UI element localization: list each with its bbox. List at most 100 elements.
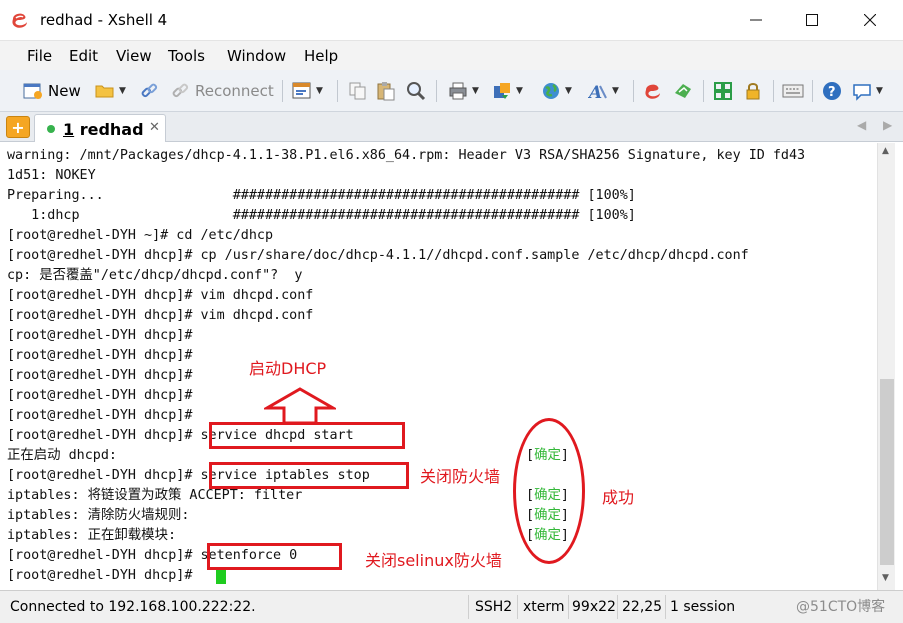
status-separator	[568, 595, 569, 619]
plus-icon: +	[11, 117, 25, 137]
terminal-line: iptables: 将链设置为政策 ACCEPT: filter	[7, 488, 303, 503]
new-tab-button[interactable]: +	[6, 116, 30, 138]
connection-status: Connected to 192.168.100.222:22.	[10, 599, 256, 615]
chevron-down-icon: ▼	[119, 86, 126, 96]
new-session-button[interactable]: New	[22, 79, 81, 103]
session-manager-button[interactable]: ▼	[291, 79, 323, 103]
annotation-stop-firewall: 关闭防火墙	[420, 467, 501, 486]
menu-window[interactable]: Window	[227, 47, 286, 65]
tab-name: redhad	[79, 120, 144, 139]
toolbar-separator	[436, 80, 437, 102]
terminal-type-status: xterm	[523, 599, 565, 615]
terminal-line: iptables: 正在卸载模块:	[7, 528, 177, 543]
paste-button[interactable]	[375, 79, 397, 103]
annotation-success: 成功	[602, 488, 635, 507]
chevron-down-icon: ▼	[516, 86, 523, 96]
toolbar: New ▼ Reconnect ▼ ▼ ▼ ▼ A ▼ ? ▼	[0, 70, 903, 112]
terminal-line: [root@redhel-DYH dhcp]#	[7, 388, 193, 403]
web-button[interactable]: ▼	[540, 79, 572, 103]
status-separator	[468, 595, 469, 619]
session-count-status: 1 session	[670, 599, 736, 615]
tab-close-icon[interactable]: ✕	[149, 120, 160, 135]
new-session-icon	[22, 80, 44, 102]
help-button[interactable]: ?	[821, 79, 843, 103]
cursor-position-status: 22,25	[622, 599, 663, 615]
link-icon	[138, 80, 160, 102]
menu-tools[interactable]: Tools	[168, 47, 205, 65]
window-title: redhad - Xshell 4	[40, 11, 168, 29]
transfer-button[interactable]: ▼	[491, 79, 523, 103]
close-window-button[interactable]	[841, 0, 899, 40]
xshell-logo-icon	[10, 10, 30, 30]
terminal-line: Preparing... ###########################…	[7, 188, 636, 203]
close-icon	[864, 14, 876, 26]
tab-bar: + 1 redhad ✕ ◀ ▶	[0, 112, 903, 142]
reconnect-button[interactable]: Reconnect	[169, 79, 274, 103]
open-folder-button[interactable]: ▼	[94, 79, 126, 103]
menu-bar: File Edit View Tools Window Help	[0, 40, 903, 70]
highlight-setenforce	[207, 543, 342, 570]
keyboard-button[interactable]	[782, 79, 804, 103]
folder-icon	[94, 80, 116, 102]
speech-bubble-icon	[851, 80, 873, 102]
highlight-ok-ellipse	[513, 418, 585, 564]
reconnect-icon	[169, 80, 191, 102]
svg-text:A: A	[588, 83, 602, 101]
terminal-line: [root@redhel-DYH dhcp]#	[7, 408, 193, 423]
toolbar-separator	[337, 80, 338, 102]
scrollbar-thumb[interactable]	[880, 379, 894, 565]
toolbar-separator	[812, 80, 813, 102]
copy-button[interactable]	[347, 79, 369, 103]
chat-button[interactable]: ▼	[851, 79, 883, 103]
paste-icon	[375, 80, 397, 102]
status-bar: Connected to 192.168.100.222:22. SSH2 xt…	[0, 590, 903, 623]
font-button[interactable]: A ▼	[587, 79, 619, 103]
toolbar-separator	[282, 80, 283, 102]
highlight-dhcpd-start	[209, 422, 405, 449]
tab-redhad[interactable]: 1 redhad ✕	[34, 114, 166, 142]
properties-button[interactable]	[138, 79, 160, 103]
watermark: @51CTO博客	[796, 599, 886, 615]
layout-button[interactable]	[712, 79, 734, 103]
minimize-icon	[750, 19, 762, 21]
terminal-scrollbar[interactable]: ▲ ▼	[877, 143, 895, 590]
xshell-icon	[642, 80, 664, 102]
title-bar: redhad - Xshell 4	[0, 0, 903, 40]
scroll-up-icon[interactable]: ▲	[882, 146, 889, 156]
terminal-line: [root@redhel-DYH dhcp]#	[7, 348, 193, 363]
tab-scroll-right-icon[interactable]: ▶	[883, 118, 892, 132]
maximize-icon	[806, 14, 818, 26]
minimize-button[interactable]	[727, 0, 785, 40]
terminal-size-status: 99x22	[572, 599, 616, 615]
xshell-button[interactable]	[642, 79, 664, 103]
find-button[interactable]	[405, 79, 427, 103]
globe-icon	[540, 80, 562, 102]
highlight-iptables-stop	[209, 462, 409, 489]
terminal-output[interactable]: warning: /mnt/Packages/dhcp-4.1.1-38.P1.…	[0, 143, 877, 590]
protocol-status: SSH2	[475, 599, 513, 615]
chevron-down-icon: ▼	[472, 86, 479, 96]
scroll-down-icon[interactable]: ▼	[882, 573, 889, 583]
terminal-cursor	[216, 569, 226, 584]
printer-icon	[447, 80, 469, 102]
lock-button[interactable]	[742, 79, 764, 103]
status-separator	[617, 595, 618, 619]
tab-scroll-left-icon[interactable]: ◀	[857, 118, 866, 132]
menu-view[interactable]: View	[116, 47, 152, 65]
font-icon: A	[587, 80, 609, 102]
chevron-down-icon: ▼	[612, 86, 619, 96]
terminal-line: 1d51: NOKEY	[7, 168, 96, 183]
terminal-line: [root@redhel-DYH dhcp]# cp /usr/share/do…	[7, 248, 749, 263]
xftp-button[interactable]	[672, 79, 694, 103]
xftp-icon	[672, 80, 694, 102]
menu-file[interactable]: File	[27, 47, 52, 65]
maximize-button[interactable]	[783, 0, 841, 40]
menu-help[interactable]: Help	[304, 47, 338, 65]
terminal-line: 1:dhcp #################################…	[7, 208, 636, 223]
print-button[interactable]: ▼	[447, 79, 479, 103]
terminal-line: [root@redhel-DYH dhcp]# vim dhcpd.conf	[7, 288, 314, 303]
copy-icon	[347, 80, 369, 102]
menu-edit[interactable]: Edit	[69, 47, 98, 65]
tab-number: 1	[63, 120, 75, 139]
session-manager-icon	[291, 80, 313, 102]
